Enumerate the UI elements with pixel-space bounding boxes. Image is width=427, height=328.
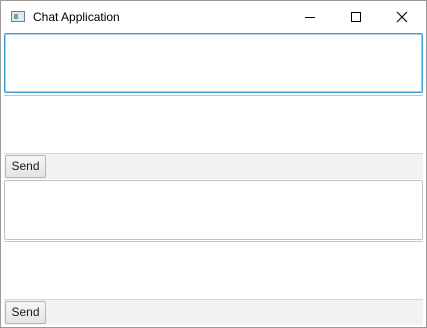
send-bar-1: Send xyxy=(4,153,423,179)
title-bar: Chat Application xyxy=(1,1,426,33)
maximize-button[interactable] xyxy=(333,1,379,33)
send-button-1[interactable]: Send xyxy=(5,155,46,178)
close-icon xyxy=(396,11,408,23)
send-bar-2: Send xyxy=(4,299,423,325)
app-icon xyxy=(11,11,25,22)
minimize-button[interactable] xyxy=(287,1,333,33)
close-button[interactable] xyxy=(379,1,425,33)
chat-history-1[interactable] xyxy=(4,95,423,153)
chat-history-2[interactable] xyxy=(4,241,423,299)
chat-input-2[interactable] xyxy=(4,180,423,240)
maximize-icon xyxy=(351,12,361,22)
chat-input-1[interactable] xyxy=(4,33,423,93)
minimize-icon xyxy=(305,17,315,18)
window-title: Chat Application xyxy=(33,10,120,24)
app-window: Chat Application Send Send xyxy=(0,0,427,328)
send-button-2[interactable]: Send xyxy=(5,301,46,324)
